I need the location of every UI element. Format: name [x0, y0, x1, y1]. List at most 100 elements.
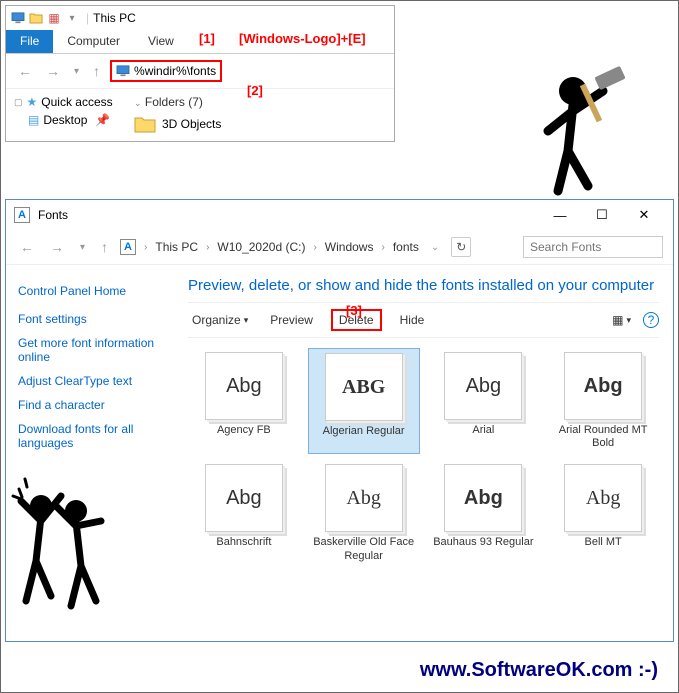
hide-button[interactable]: Hide: [396, 311, 429, 329]
pc-icon: [10, 10, 26, 26]
find-character-link[interactable]: Find a character: [18, 393, 162, 417]
folders-group-header[interactable]: ⌄ Folders (7): [134, 93, 221, 115]
font-preview: Abg: [444, 464, 522, 532]
chevron-right-icon[interactable]: ›: [144, 242, 147, 253]
breadcrumb-dropdown-icon[interactable]: ⌄: [427, 240, 443, 255]
minimize-button[interactable]: —: [539, 201, 581, 229]
nav-back-icon[interactable]: ←: [14, 61, 36, 81]
folder-3d-objects[interactable]: 3D Objects: [134, 115, 221, 133]
organize-button[interactable]: Organize ▾: [188, 311, 252, 329]
expand-icon[interactable]: ▢: [14, 97, 23, 108]
breadcrumb-item[interactable]: fonts: [393, 240, 419, 254]
control-panel-home-link[interactable]: Control Panel Home: [18, 279, 162, 303]
tree-label: Quick access: [41, 95, 112, 109]
annotation-2: [2]: [247, 83, 263, 98]
preview-button[interactable]: Preview: [266, 311, 317, 329]
font-preview: Abg: [205, 352, 283, 420]
close-button[interactable]: ✕: [623, 201, 665, 229]
chevron-right-icon[interactable]: ›: [313, 242, 316, 253]
properties-qat-icon[interactable]: ▦: [46, 10, 62, 26]
font-item[interactable]: AbgBell MT: [547, 460, 659, 566]
font-item[interactable]: Abg Arial Rounded MT Bold: [547, 348, 659, 454]
chevron-right-icon[interactable]: ›: [206, 242, 209, 253]
nav-dropdown-icon[interactable]: ▾: [76, 240, 89, 255]
font-label: Arial Rounded MT Bold: [549, 424, 657, 450]
tab-computer[interactable]: Computer: [53, 30, 134, 53]
address-bar-row: ← → ▾ ↑ %windir%\fonts: [6, 54, 394, 88]
more-font-info-link[interactable]: Get more font information online: [18, 331, 162, 369]
breadcrumb-item[interactable]: W10_2020d (C:): [217, 240, 305, 254]
content-area: ▢ ★ Quick access ▤ Desktop 📌 ⌄ Folders (…: [6, 88, 394, 141]
footer-text: www.SoftwareOK.com :-): [420, 659, 658, 682]
font-preview: Abg: [564, 464, 642, 532]
address-text: %windir%\fonts: [134, 64, 216, 78]
pin-icon: 📌: [95, 113, 110, 127]
folder-label: 3D Objects: [162, 117, 221, 131]
search-input[interactable]: [523, 236, 663, 258]
breadcrumb-item[interactable]: This PC: [155, 240, 198, 254]
font-label: Baskerville Old Face Regular: [310, 536, 418, 562]
nav-dropdown-icon[interactable]: ▾: [70, 64, 83, 79]
main-panel: Preview, delete, or show and hide the fo…: [174, 265, 673, 641]
window-controls: — ☐ ✕: [539, 201, 665, 229]
maximize-button[interactable]: ☐: [581, 201, 623, 229]
fonts-icon: A: [14, 207, 30, 223]
fonts-icon: A: [120, 239, 136, 255]
font-label: Arial: [430, 424, 538, 437]
chevron-down-icon: ⌄: [134, 98, 142, 108]
font-item[interactable]: AbgArial: [428, 348, 540, 454]
nav-up-icon[interactable]: ↑: [97, 237, 112, 257]
font-preview: ABG: [325, 353, 403, 421]
folder-pane: ⌄ Folders (7) 3D Objects: [134, 93, 221, 133]
window-title: Fonts: [38, 208, 68, 222]
refresh-button[interactable]: ↻: [451, 237, 471, 257]
window-title: This PC: [93, 11, 136, 25]
folder-icon: [134, 115, 156, 133]
divider: |: [86, 11, 89, 25]
font-item[interactable]: Abg Bauhaus 93 Regular: [428, 460, 540, 566]
help-button[interactable]: ?: [643, 312, 659, 328]
nav-forward-icon[interactable]: →: [42, 61, 64, 81]
tree-item-desktop[interactable]: ▤ Desktop 📌: [14, 111, 114, 129]
font-item[interactable]: ABGAlgerian Regular: [308, 348, 420, 454]
tree-item-quick-access[interactable]: ▢ ★ Quick access: [14, 93, 114, 111]
hammer-figure: [518, 61, 628, 201]
chevron-right-icon[interactable]: ›: [381, 242, 384, 253]
annotation-1-num: [1]: [199, 31, 215, 46]
titlebar: A Fonts — ☐ ✕: [6, 200, 673, 230]
annotation-3: [3]: [346, 303, 362, 318]
file-tab[interactable]: File: [6, 30, 53, 53]
font-preview: Abg: [205, 464, 283, 532]
nav-tree: ▢ ★ Quick access ▤ Desktop 📌: [14, 93, 114, 133]
download-fonts-link[interactable]: Download fonts for all languages: [18, 417, 162, 455]
dropdown-icon: ▾: [244, 315, 249, 326]
pc-icon: [116, 65, 130, 77]
address-bar: ← → ▾ ↑ A › This PC › W10_2020d (C:) › W…: [6, 230, 673, 265]
nav-forward-icon[interactable]: →: [46, 237, 68, 257]
star-icon: ★: [27, 95, 38, 109]
cleartype-link[interactable]: Adjust ClearType text: [18, 369, 162, 393]
breadcrumb-item[interactable]: Windows: [325, 240, 374, 254]
toolbar: Organize ▾ Preview Delete Hide ▦ ▾ ?: [188, 302, 659, 338]
font-item[interactable]: Abg Baskerville Old Face Regular: [308, 460, 420, 566]
font-settings-link[interactable]: Font settings: [18, 307, 162, 331]
nav-back-icon[interactable]: ←: [16, 237, 38, 257]
font-item[interactable]: AbgAgency FB: [188, 348, 300, 454]
desktop-icon: ▤: [28, 113, 39, 127]
font-preview: Abg: [325, 464, 403, 532]
explorer-this-pc-window: ▦ ▾ | This PC File Computer View ← → ▾ ↑…: [5, 5, 395, 142]
address-input[interactable]: %windir%\fonts: [110, 60, 222, 82]
view-options-button[interactable]: ▦ ▾: [608, 311, 635, 329]
dancing-figures: [11, 471, 111, 621]
tree-label: Desktop: [43, 113, 87, 127]
titlebar: ▦ ▾ | This PC: [6, 6, 394, 30]
qat-dropdown-icon[interactable]: ▾: [64, 10, 80, 26]
font-preview: Abg: [564, 352, 642, 420]
folder-qat-icon[interactable]: [28, 10, 44, 26]
tab-view[interactable]: View: [134, 30, 188, 53]
annotation-1-text: [Windows-Logo]+[E]: [239, 31, 366, 46]
font-label: Bauhaus 93 Regular: [430, 536, 538, 549]
font-item[interactable]: AbgBahnschrift: [188, 460, 300, 566]
font-grid: AbgAgency FBABGAlgerian RegularAbgArialA…: [188, 348, 659, 567]
nav-up-icon[interactable]: ↑: [89, 61, 104, 81]
